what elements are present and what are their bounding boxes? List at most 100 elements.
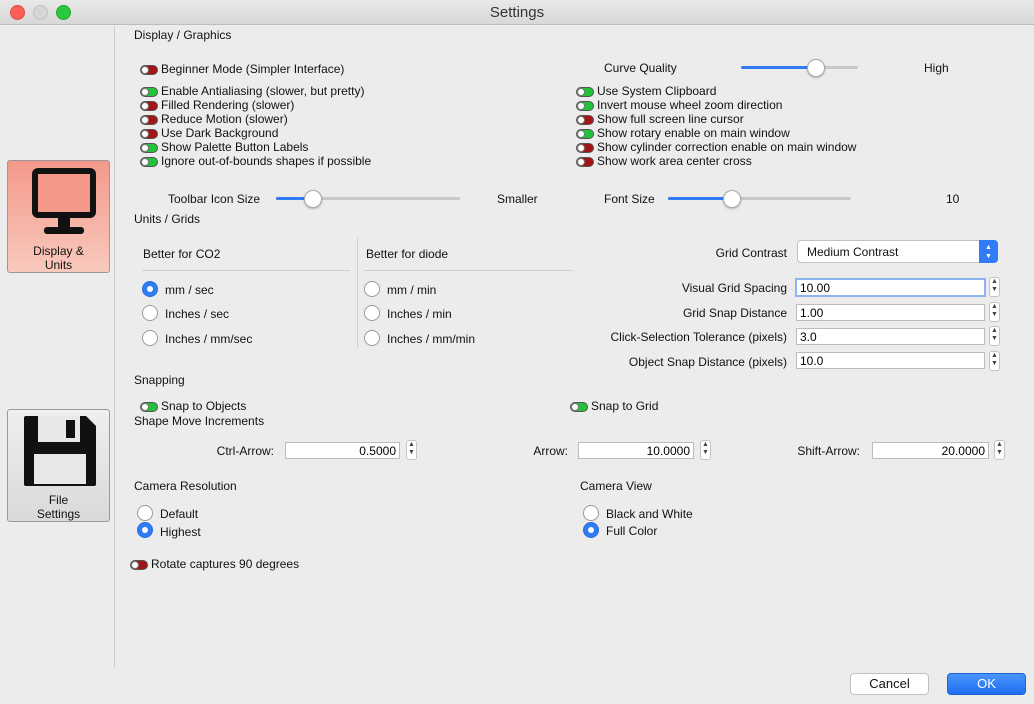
cancel-button[interactable]: Cancel — [850, 673, 929, 695]
radio-inches-sec-label: Inches / sec — [165, 307, 230, 321]
toggle-switch[interactable] — [140, 64, 158, 75]
toggle-switch[interactable] — [576, 142, 594, 153]
font-size-slider-knob[interactable] — [723, 190, 741, 208]
window-title: Settings — [489, 4, 545, 21]
radio-mm-sec[interactable] — [142, 281, 158, 297]
shift-arrow-label: Shift-Arrow: — [797, 444, 860, 458]
grid-snap-distance-input[interactable] — [796, 304, 985, 321]
sidebar-item-display-units[interactable]: Display & Units — [7, 160, 110, 273]
snap-to-grid-label: Snap to Grid — [591, 399, 659, 413]
toggle-switch[interactable] — [130, 559, 148, 570]
ctrl-arrow-input[interactable] — [285, 442, 400, 459]
object-snap-distance-input[interactable] — [796, 352, 985, 369]
toggle-label: Show cylinder correction enable on main … — [597, 140, 857, 154]
co2-divider — [142, 270, 350, 271]
toggle-antialiasing[interactable]: Enable Antialiasing (slower, but pretty) — [140, 84, 371, 98]
toggle-switch[interactable] — [570, 401, 588, 412]
toggle-invert-zoom[interactable]: Invert mouse wheel zoom direction — [576, 98, 856, 112]
beginner-mode-label: Beginner Mode (Simpler Interface) — [161, 62, 345, 76]
snap-to-objects-label: Snap to Objects — [161, 399, 247, 413]
sidebar-item-file-settings[interactable]: File Settings — [7, 409, 110, 522]
right-toggle-list: Use System Clipboard Invert mouse wheel … — [576, 84, 856, 168]
toggle-center-cross[interactable]: Show work area center cross — [576, 154, 856, 168]
camera-resolution-heading: Camera Resolution — [134, 479, 237, 493]
co2-heading: Better for CO2 — [143, 247, 221, 261]
radio-full-color-label: Full Color — [606, 524, 658, 538]
toggle-reduce-motion[interactable]: Reduce Motion (slower) — [140, 112, 371, 126]
radio-inches-mm-sec-label: Inches / mm/sec — [165, 332, 253, 346]
toggle-label: Invert mouse wheel zoom direction — [597, 98, 783, 112]
grid-snap-distance-stepper[interactable]: ▲ ▼ — [989, 302, 1000, 322]
radio-inches-min[interactable] — [364, 305, 380, 321]
toggle-ignore-out-of-bounds[interactable]: Ignore out-of-bounds shapes if possible — [140, 154, 371, 168]
toggle-switch[interactable] — [140, 86, 158, 97]
toggle-label: Reduce Motion (slower) — [161, 112, 288, 126]
toggle-switch[interactable] — [140, 114, 158, 125]
ctrl-arrow-stepper[interactable]: ▲ ▼ — [406, 440, 417, 460]
radio-black-white[interactable] — [583, 505, 599, 521]
ok-button[interactable]: OK — [947, 673, 1026, 695]
visual-grid-spacing-stepper[interactable]: ▲ ▼ — [989, 277, 1000, 297]
toggle-dark-background[interactable]: Use Dark Background — [140, 126, 371, 140]
toggle-label: Show rotary enable on main window — [597, 126, 790, 140]
camera-view-heading: Camera View — [580, 479, 652, 493]
shape-move-heading: Shape Move Increments — [134, 414, 265, 428]
toggle-switch[interactable] — [140, 100, 158, 111]
toolbar-icon-size-slider-knob[interactable] — [304, 190, 322, 208]
snap-to-grid-toggle[interactable]: Snap to Grid — [570, 399, 658, 413]
toggle-cylinder-correction[interactable]: Show cylinder correction enable on main … — [576, 140, 856, 154]
radio-inches-mm-min[interactable] — [364, 330, 380, 346]
click-selection-tolerance-stepper[interactable]: ▲ ▼ — [989, 326, 1000, 346]
radio-mm-min[interactable] — [364, 281, 380, 297]
toggle-switch[interactable] — [576, 86, 594, 97]
click-selection-tolerance-input[interactable] — [796, 328, 985, 345]
toggle-switch[interactable] — [576, 100, 594, 111]
toggle-switch[interactable] — [140, 142, 158, 153]
radio-camera-default[interactable] — [137, 505, 153, 521]
display-graphics-heading: Display / Graphics — [134, 28, 232, 42]
sidebar-item-file-settings-label-1: File — [48, 493, 69, 507]
toggle-switch[interactable] — [140, 156, 158, 167]
toggle-label: Enable Antialiasing (slower, but pretty) — [161, 84, 365, 98]
toggle-label: Use System Clipboard — [597, 84, 717, 98]
radio-inches-mm-min-label: Inches / mm/min — [387, 332, 476, 346]
snapping-heading: Snapping — [134, 373, 185, 387]
toggle-line-cursor[interactable]: Show full screen line cursor — [576, 112, 856, 126]
rotate-captures-toggle[interactable]: Rotate captures 90 degrees — [130, 557, 299, 571]
toggle-rotary-enable[interactable]: Show rotary enable on main window — [576, 126, 856, 140]
radio-full-color[interactable] — [583, 522, 599, 538]
toggle-switch[interactable] — [576, 128, 594, 139]
snap-to-objects-toggle[interactable]: Snap to Objects — [140, 399, 246, 413]
rotate-captures-label: Rotate captures 90 degrees — [151, 557, 300, 571]
radio-camera-highest[interactable] — [137, 522, 153, 538]
diode-divider — [364, 270, 573, 271]
shift-arrow-input[interactable] — [872, 442, 989, 459]
font-size-value: 10 — [946, 192, 960, 206]
toggle-filled-rendering[interactable]: Filled Rendering (slower) — [140, 98, 371, 112]
curve-quality-slider-fill — [741, 66, 816, 69]
units-grids-heading: Units / Grids — [134, 212, 201, 226]
arrow-input[interactable] — [578, 442, 694, 459]
grid-contrast-select[interactable]: Medium Contrast ▲ ▼ — [797, 240, 998, 263]
toggle-switch[interactable] — [576, 114, 594, 125]
toggle-system-clipboard[interactable]: Use System Clipboard — [576, 84, 856, 98]
toggle-switch[interactable] — [140, 401, 158, 412]
object-snap-distance-stepper[interactable]: ▲ ▼ — [989, 351, 1000, 371]
shift-arrow-stepper[interactable]: ▲ ▼ — [994, 440, 1005, 460]
radio-inches-sec[interactable] — [142, 305, 158, 321]
toggle-switch[interactable] — [140, 128, 158, 139]
left-toggle-list: Enable Antialiasing (slower, but pretty)… — [140, 84, 371, 168]
arrow-stepper[interactable]: ▲ ▼ — [700, 440, 711, 460]
curve-quality-slider-knob[interactable] — [807, 59, 825, 77]
curve-quality-value: High — [924, 61, 949, 75]
beginner-mode-toggle[interactable]: Beginner Mode (Simpler Interface) — [140, 62, 344, 76]
toggle-switch[interactable] — [576, 156, 594, 167]
toggle-label: Use Dark Background — [161, 126, 279, 140]
units-column-divider — [357, 238, 358, 348]
toggle-palette-labels[interactable]: Show Palette Button Labels — [140, 140, 371, 154]
radio-mm-min-label: mm / min — [387, 283, 437, 297]
visual-grid-spacing-input[interactable] — [795, 278, 986, 297]
radio-inches-mm-sec[interactable] — [142, 330, 158, 346]
radio-camera-highest-label: Highest — [160, 525, 201, 539]
object-snap-distance-label: Object Snap Distance (pixels) — [628, 355, 787, 369]
